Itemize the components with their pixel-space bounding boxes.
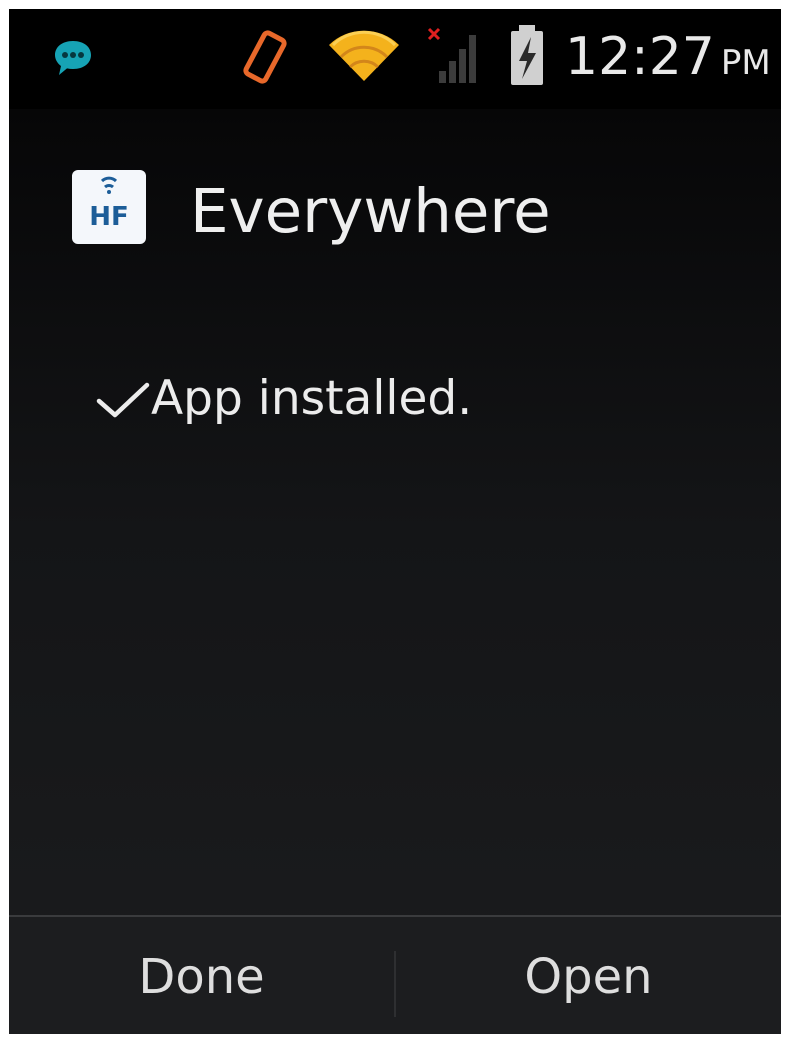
battery-charging-icon (511, 25, 543, 85)
clock-ampm: PM (720, 43, 771, 83)
app-name: Everywhere (190, 176, 551, 247)
status-clock: 12:27 PM (565, 27, 771, 93)
checkmark-icon (96, 382, 150, 418)
screen-rotate-icon (243, 30, 287, 84)
app-icon-text: HF (89, 202, 129, 232)
wifi-icon (329, 30, 399, 81)
app-header: HF Everywhere (9, 159, 781, 279)
install-screen: 12:27 PM HF Everywhere App installed. Don… (9, 9, 781, 1034)
open-button[interactable]: Open (396, 917, 781, 1034)
clock-time: 12:27 (565, 27, 715, 87)
chat-bubble-icon (55, 41, 91, 75)
install-status-text: App installed. (151, 371, 473, 426)
app-icon: HF (72, 170, 146, 244)
signal-off-icon (427, 27, 476, 83)
done-button[interactable]: Done (9, 917, 394, 1034)
button-bar: Done Open (9, 915, 781, 1034)
status-bar: 12:27 PM (9, 9, 781, 109)
